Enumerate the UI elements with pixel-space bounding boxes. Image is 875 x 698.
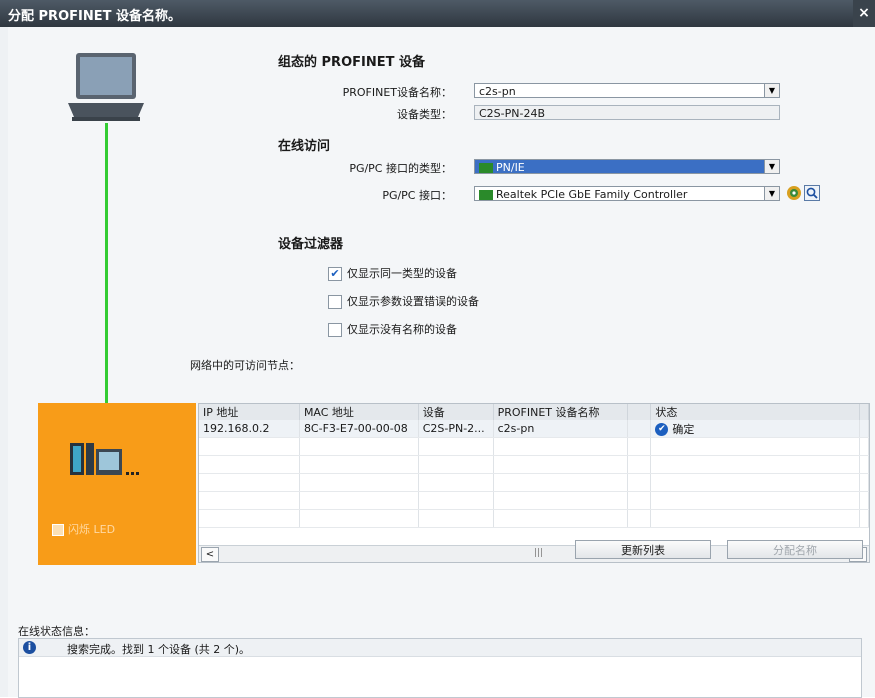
device-panel: 闪烁 LED	[38, 403, 196, 565]
assign-name-button[interactable]: 分配名称	[727, 540, 863, 559]
window-title: 分配 PROFINET 设备名称。	[8, 9, 181, 24]
table-row[interactable]: 192.168.0.2 8C-F3-E7-00-00-08 C2S-PN-2..…	[199, 420, 869, 438]
cell-status: ✔ 确定	[650, 420, 860, 438]
col-mac[interactable]: MAC 地址	[299, 404, 419, 420]
network-card-icon	[479, 190, 493, 200]
checkmark-icon[interactable]: ✔	[328, 267, 342, 281]
checkbox-empty-icon[interactable]	[328, 323, 342, 337]
device-name-value: c2s-pn	[479, 85, 516, 98]
device-filter-heading: 设备过滤器	[278, 237, 344, 252]
device-type-label: 设备类型：	[397, 108, 452, 121]
filter-no-name-checkbox[interactable]: 仅显示没有名称的设备	[328, 321, 457, 337]
table-header-row: IP 地址 MAC 地址 设备 PROFINET 设备名称 状态	[199, 404, 869, 420]
checkbox-empty-icon[interactable]	[328, 295, 342, 309]
computer-icon	[68, 53, 144, 121]
cell-gap	[627, 420, 652, 438]
device-icon	[70, 443, 139, 475]
scroll-left-icon[interactable]: <	[201, 547, 219, 562]
col-device[interactable]: 设备	[418, 404, 494, 420]
table-row	[199, 509, 869, 528]
col-ip[interactable]: IP 地址	[199, 404, 300, 420]
col-gap	[627, 404, 652, 420]
filter-no-name-label: 仅显示没有名称的设备	[347, 323, 457, 336]
diagnostics-search-icon[interactable]	[804, 185, 820, 201]
table-row	[199, 437, 869, 456]
table-row	[199, 455, 869, 474]
flash-led-label: 闪烁 LED	[68, 523, 116, 536]
info-icon: i	[23, 641, 36, 654]
status-ok-label: 确定	[672, 422, 695, 436]
filter-same-type-label: 仅显示同一类型的设备	[347, 267, 457, 280]
cell-ip: 192.168.0.2	[199, 420, 300, 438]
flash-led-box[interactable]	[52, 524, 64, 536]
cell-mac: 8C-F3-E7-00-00-08	[299, 420, 419, 438]
col-status[interactable]: 状态	[650, 404, 860, 420]
status-heading: 在线状态信息：	[18, 625, 95, 638]
title-bar: 分配 PROFINET 设备名称。 ×	[0, 0, 875, 27]
status-ok-icon: ✔	[655, 423, 669, 436]
cell-device: C2S-PN-2...	[418, 420, 494, 438]
scroll-grip-icon[interactable]: |||	[534, 548, 543, 558]
chevron-down-icon[interactable]: ▼	[764, 187, 779, 200]
interface-dropdown[interactable]: Realtek PCIe GbE Family Controller ▼	[474, 186, 780, 201]
online-access-heading: 在线访问	[278, 139, 331, 154]
filter-same-type-checkbox[interactable]: ✔ 仅显示同一类型的设备	[328, 265, 457, 281]
status-box: i 搜索完成。找到 1 个设备 (共 2 个)。	[18, 638, 862, 698]
assign-name-dialog: 分配 PROFINET 设备名称。 × 闪烁 LED 组态的 PROFINET …	[0, 0, 875, 698]
nodes-heading: 网络中的可访问节点：	[190, 359, 300, 372]
col-profinet-name[interactable]: PROFINET 设备名称	[493, 404, 629, 420]
dialog-content: 闪烁 LED 组态的 PROFINET 设备 PROFINET设备名称： c2s…	[8, 27, 875, 698]
interface-value: Realtek PCIe GbE Family Controller	[496, 188, 688, 201]
status-message: 搜索完成。找到 1 个设备 (共 2 个)。	[67, 643, 251, 656]
filter-param-error-checkbox[interactable]: 仅显示参数设置错误的设备	[328, 293, 479, 309]
cell-name: c2s-pn	[493, 420, 629, 438]
refresh-list-button[interactable]: 更新列表	[575, 540, 711, 559]
col-filler	[859, 404, 869, 420]
flash-led-checkbox[interactable]: 闪烁 LED	[52, 521, 115, 537]
interface-type-value: PN/IE	[496, 161, 525, 174]
device-name-label: PROFINET设备名称：	[342, 86, 452, 99]
configured-device-heading: 组态的 PROFINET 设备	[278, 55, 425, 70]
interface-label: PG/PC 接口：	[382, 189, 452, 202]
table-row	[199, 491, 869, 510]
chevron-down-icon[interactable]: ▼	[764, 160, 779, 173]
interface-type-label: PG/PC 接口的类型：	[349, 162, 452, 175]
interface-type-dropdown[interactable]: PN/IE ▼	[474, 159, 780, 174]
close-icon[interactable]: ×	[853, 0, 875, 27]
device-type-value: C2S-PN-24B	[479, 107, 546, 120]
device-type-field: C2S-PN-24B	[474, 105, 780, 120]
filter-param-error-label: 仅显示参数设置错误的设备	[347, 295, 479, 308]
network-icon	[479, 163, 493, 173]
table-row	[199, 473, 869, 492]
status-row: i 搜索完成。找到 1 个设备 (共 2 个)。	[19, 639, 861, 657]
connection-status-icon[interactable]	[786, 185, 802, 201]
chevron-down-icon[interactable]: ▼	[764, 84, 779, 97]
nodes-table: IP 地址 MAC 地址 设备 PROFINET 设备名称 状态 192.168…	[198, 403, 870, 563]
device-name-dropdown[interactable]: c2s-pn ▼	[474, 83, 780, 98]
network-connection-line	[105, 123, 108, 405]
cell-filler	[859, 420, 869, 438]
